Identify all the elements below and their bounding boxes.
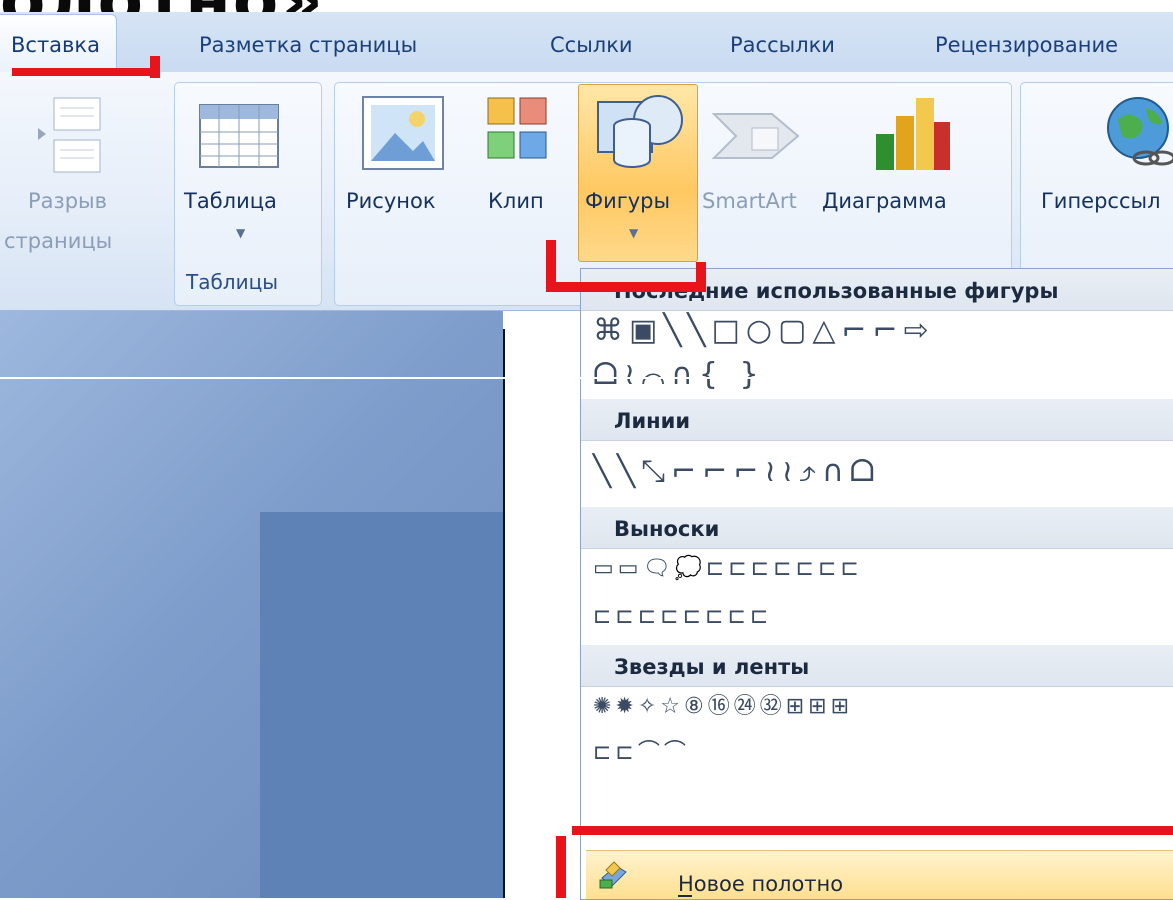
chart-button-label[interactable]: Диаграмма xyxy=(822,189,947,213)
tab-page-layout[interactable]: Разметка страницы xyxy=(199,20,417,70)
new-canvas-icon xyxy=(598,858,630,890)
tables-group-label: Таблицы xyxy=(186,270,278,294)
tab-references[interactable]: Ссылки xyxy=(550,20,633,70)
page-break-label-2[interactable]: страницы xyxy=(4,229,112,253)
red-bracket-bottom xyxy=(546,282,706,292)
stars-banners-row-2[interactable]: ⊏⊏⌒⌒ xyxy=(581,733,1173,779)
shapes-button-label: Фигуры xyxy=(585,189,671,213)
table-icon xyxy=(199,104,279,168)
picture-icon xyxy=(361,95,445,171)
shapes-dropdown-icon: ▼ xyxy=(629,226,639,240)
document-page xyxy=(503,329,585,898)
red-tick-insert-tab xyxy=(150,56,160,78)
page-break-label-1[interactable]: Разрыв xyxy=(28,189,107,213)
lines-row[interactable]: ╲╲⤡⌐⌐⌐≀≀⤴∩ᗝ xyxy=(581,441,1173,507)
chart-icon xyxy=(870,92,954,172)
table-button-label[interactable]: Таблица xyxy=(184,189,277,213)
tab-insert[interactable]: Вставка xyxy=(0,14,117,73)
stars-banners-row-1[interactable]: ✺✹✧☆⑧⑯㉔㉜⊞⊞⊞ xyxy=(581,687,1173,733)
section-stars-banners-header: Звезды и ленты xyxy=(581,645,1173,687)
section-callouts-header: Выноски xyxy=(581,507,1173,549)
table-dropdown-icon[interactable]: ▼ xyxy=(236,226,245,240)
section-lines-header: Линии xyxy=(581,399,1173,441)
tab-mailings[interactable]: Рассылки xyxy=(730,20,835,70)
new-canvas-accelerator-underline xyxy=(678,895,692,897)
red-bracket-right xyxy=(696,262,706,292)
hyperlink-button-label[interactable]: Гиперссыл xyxy=(1041,189,1161,213)
red-line-new-canvas-left xyxy=(556,836,566,898)
new-canvas-label: Новое полотно xyxy=(678,872,844,896)
hyperlink-globe-icon xyxy=(1102,94,1173,174)
red-underline-insert-tab xyxy=(12,68,160,76)
smartart-icon xyxy=(711,104,802,168)
divider-line xyxy=(0,377,1173,379)
slide-shape xyxy=(260,512,503,898)
red-line-new-canvas-top xyxy=(572,826,1173,835)
recent-shapes-row-1[interactable]: ⌘▣╲╲□○▢△⌐⌐⇨ xyxy=(581,311,1173,355)
clip-art-icon xyxy=(486,96,550,168)
callouts-row-2[interactable]: ⊏⊏⊏⊏⊏⊏⊏⊏ xyxy=(581,597,1173,645)
new-canvas-menu-item[interactable] xyxy=(586,850,1173,899)
shapes-dropdown-menu: Последние использованные фигуры ⌘▣╲╲□○▢△… xyxy=(580,268,1173,900)
callouts-row-1[interactable]: ▭▭🗨💭⊏⊏⊏⊏⊏⊏⊏ xyxy=(581,549,1173,597)
smartart-button-label[interactable]: SmartArt xyxy=(702,189,797,213)
shapes-icon xyxy=(596,92,684,170)
tab-review[interactable]: Рецензирование xyxy=(935,20,1118,70)
picture-button-label[interactable]: Рисунок xyxy=(346,189,436,213)
page-break-icon xyxy=(38,96,108,176)
clip-button-label[interactable]: Клип xyxy=(488,189,544,213)
